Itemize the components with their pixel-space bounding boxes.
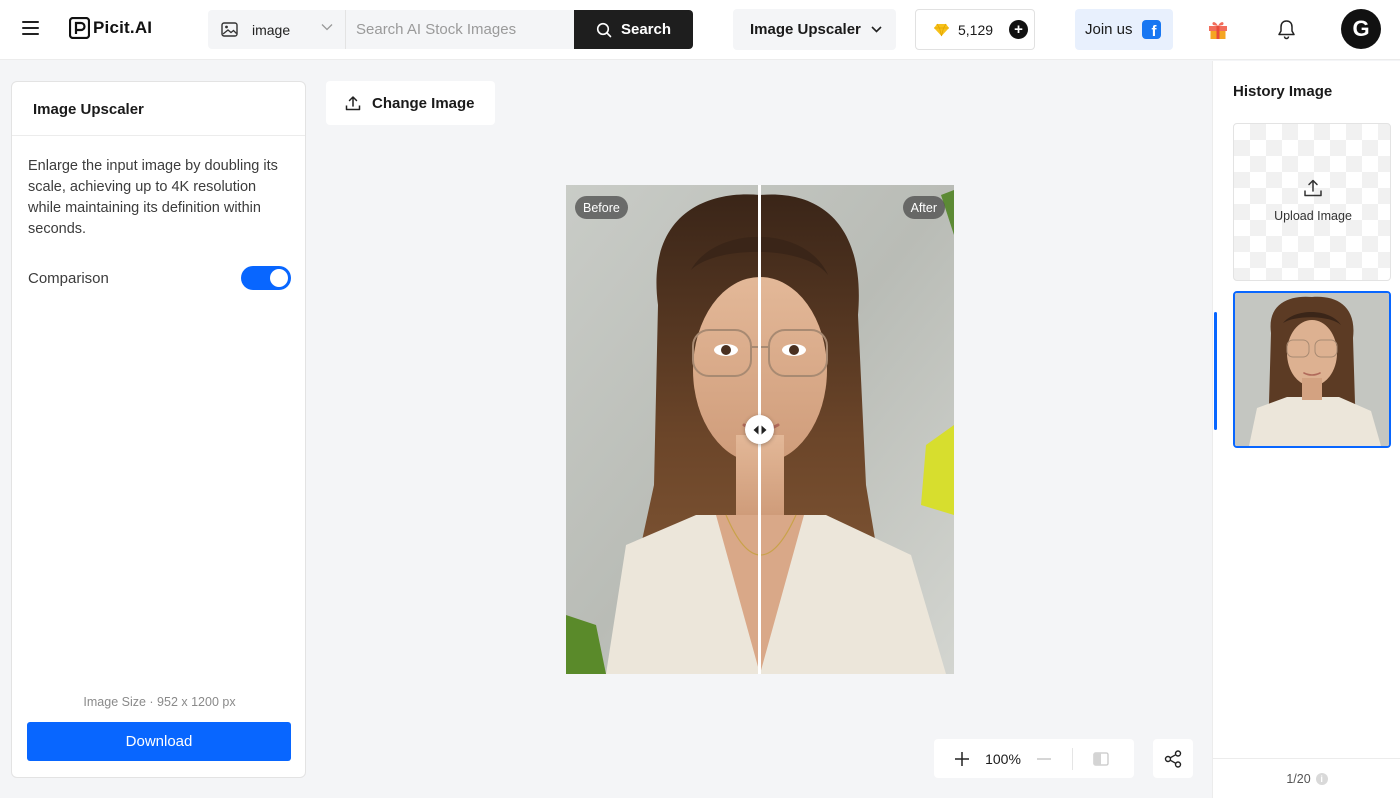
history-panel: History Image Upload Image 1/20 i xyxy=(1212,61,1400,798)
zoom-controls: 100% xyxy=(934,739,1134,778)
comparison-label: Comparison xyxy=(28,269,109,287)
toggle-knob xyxy=(270,269,288,287)
history-thumbnail[interactable] xyxy=(1233,291,1391,448)
credits-count: 5,129 xyxy=(958,21,994,38)
download-button[interactable]: Download xyxy=(27,722,291,761)
share-icon xyxy=(1164,749,1182,768)
tool-description: Enlarge the input image by doubling its … xyxy=(28,158,278,237)
zoom-out-button[interactable] xyxy=(1026,739,1062,778)
comparison-row: Comparison xyxy=(28,266,291,290)
change-image-button[interactable]: Change Image xyxy=(326,81,495,125)
credits-button[interactable]: 5,129 + xyxy=(915,9,1035,50)
before-after-comparison[interactable]: Before After xyxy=(566,185,954,674)
before-badge: Before xyxy=(575,196,628,219)
after-badge: After xyxy=(902,196,945,219)
upload-icon xyxy=(1304,179,1322,197)
tool-settings-panel: Image Upscaler Enlarge the input image b… xyxy=(11,81,306,778)
history-thumbnail-image xyxy=(1235,293,1389,446)
history-title: History Image xyxy=(1233,83,1333,100)
search-icon xyxy=(596,22,612,37)
compare-view-button[interactable] xyxy=(1083,739,1119,778)
zoom-level: 100% xyxy=(985,750,1021,767)
upload-image-card[interactable]: Upload Image xyxy=(1233,123,1391,281)
image-size-info: Image Size · 952 x 1200 px xyxy=(83,695,236,709)
upload-image-label: Upload Image xyxy=(1274,209,1352,223)
zoom-separator xyxy=(1072,747,1073,770)
top-header: Picit.AI image Search Image Upscaler xyxy=(0,0,1400,60)
search-button-label: Search xyxy=(620,21,672,38)
join-us-label: Join us xyxy=(1085,21,1133,38)
search-bar: image Search xyxy=(208,10,693,49)
join-us-button[interactable]: Join us f xyxy=(1075,9,1173,50)
chevron-down-icon xyxy=(321,24,333,31)
brand-name: Picit.AI xyxy=(93,18,153,37)
gem-icon xyxy=(934,23,949,36)
comparison-toggle[interactable] xyxy=(241,266,291,290)
search-button[interactable]: Search xyxy=(574,10,693,49)
slider-handle[interactable] xyxy=(745,415,774,444)
info-icon[interactable]: i xyxy=(1315,772,1328,785)
change-image-label: Change Image xyxy=(372,94,475,112)
gift-icon[interactable] xyxy=(1207,18,1229,40)
brand-logo[interactable]: Picit.AI xyxy=(69,17,152,39)
facebook-icon: f xyxy=(1141,20,1161,39)
upload-icon xyxy=(345,96,361,111)
zoom-in-button[interactable] xyxy=(944,739,980,778)
drag-arrows-icon xyxy=(753,425,766,434)
chevron-down-icon xyxy=(871,26,882,33)
tool-select-label: Image Upscaler xyxy=(750,21,861,38)
menu-icon[interactable] xyxy=(22,21,39,35)
compare-view-icon xyxy=(1093,751,1109,766)
bell-icon[interactable] xyxy=(1276,18,1297,40)
pager-count: 1/20 xyxy=(1286,771,1311,786)
plus-icon[interactable]: + xyxy=(1009,20,1029,39)
search-type-label: image xyxy=(252,21,291,38)
history-pager: 1/20 i xyxy=(1213,758,1400,798)
logo-mark-icon xyxy=(69,17,90,39)
share-button[interactable] xyxy=(1153,739,1193,778)
upload-content: Upload Image xyxy=(1234,178,1390,223)
plus-icon xyxy=(955,751,969,766)
user-avatar[interactable]: G xyxy=(1341,9,1381,49)
panel-title: Image Upscaler xyxy=(12,82,305,136)
minus-icon xyxy=(1037,757,1051,760)
tool-select-dropdown[interactable]: Image Upscaler xyxy=(733,9,896,50)
search-input[interactable] xyxy=(346,10,574,49)
image-icon xyxy=(221,22,238,37)
scroll-indicator[interactable] xyxy=(1214,312,1217,430)
search-type-dropdown[interactable]: image xyxy=(208,10,346,49)
